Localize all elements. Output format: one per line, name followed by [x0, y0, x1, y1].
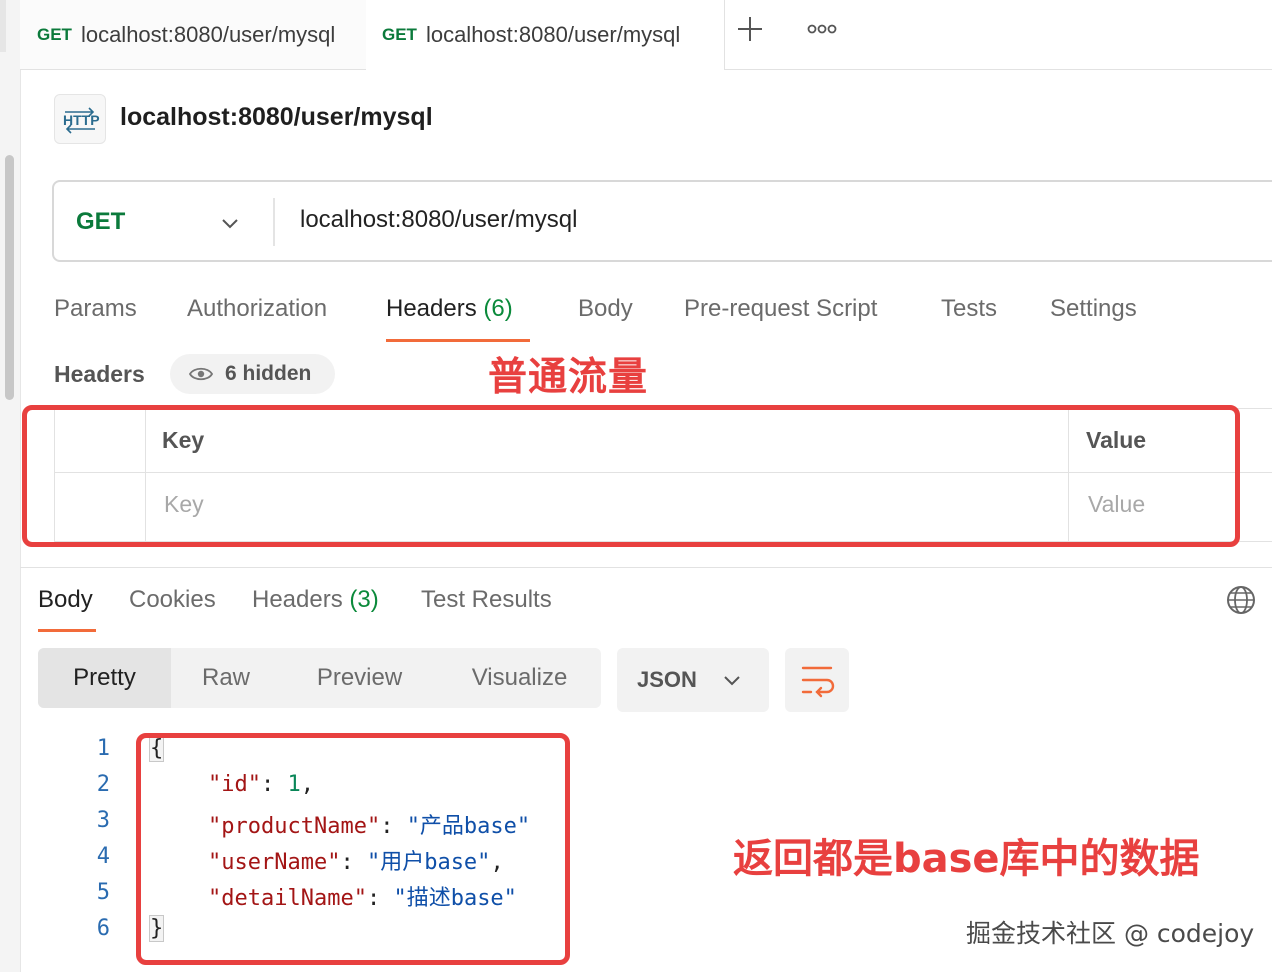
tab-tests[interactable]: Tests [941, 295, 997, 323]
view-raw[interactable]: Raw [171, 648, 281, 708]
plus-icon[interactable] [735, 14, 765, 44]
tab-label: Pre-request Script [684, 295, 878, 322]
active-tab-underline [386, 339, 530, 342]
annotation-normal-traffic: 普通流量 [488, 355, 649, 400]
tab-label: Params [54, 295, 137, 322]
view-preview[interactable]: Preview [281, 648, 438, 708]
view-mode-segmented-control: Pretty Raw Preview Visualize [38, 648, 601, 708]
response-separator [20, 567, 1272, 568]
view-visualize[interactable]: Visualize [438, 648, 601, 708]
method-select[interactable]: GET [76, 208, 125, 236]
watermark: 掘金技术社区 @ codejoy [966, 919, 1255, 948]
tab-label: Tests [941, 295, 998, 322]
tab-label: Test Results [421, 586, 552, 613]
tab-label: Body [578, 295, 633, 322]
tab-label: Body [38, 586, 93, 613]
globe-icon[interactable] [1226, 585, 1256, 615]
annotation-returns-base: 返回都是base库中的数据 [733, 836, 1200, 882]
sidebar-edge [0, 0, 6, 52]
tab-body[interactable]: Body [578, 295, 633, 323]
tab-url: localhost:8080/user/mysql [80, 21, 336, 47]
response-tab-test-results[interactable]: Test Results [421, 586, 552, 614]
line-number: 6 [96, 916, 110, 941]
tab-label: Headers [252, 586, 343, 613]
tab-headers[interactable]: Headers (6) [386, 295, 513, 323]
line-number: 4 [96, 844, 110, 869]
chevron-down-icon [724, 676, 740, 686]
tab-count: (3) [349, 586, 379, 613]
response-tab-headers[interactable]: Headers (3) [252, 586, 379, 614]
chevron-down-icon[interactable] [220, 213, 240, 233]
tab-pre-request-script[interactable]: Pre-request Script [684, 295, 877, 323]
url-input[interactable]: localhost:8080/user/mysql [300, 206, 577, 234]
line-number: 1 [96, 736, 110, 761]
tab-label: Settings [1050, 295, 1137, 322]
line-number: 2 [96, 772, 110, 797]
tab-params[interactable]: Params [54, 295, 137, 323]
more-icon[interactable] [806, 20, 838, 38]
tab-fade [684, 0, 724, 69]
response-tab-cookies[interactable]: Cookies [129, 586, 216, 614]
request-title[interactable]: localhost:8080/user/mysql [120, 103, 433, 132]
request-tab-1[interactable]: GET localhost:8080/user/mysql [20, 0, 380, 69]
request-tab-2[interactable]: GET localhost:8080/user/mysql [366, 0, 725, 70]
active-response-tab-underline [38, 629, 96, 632]
eye-icon [188, 366, 214, 382]
format-select[interactable]: JSON [617, 648, 769, 712]
response-tab-body[interactable]: Body [38, 586, 93, 614]
http-icon: HTTP [54, 94, 106, 144]
tab-method: GET [382, 25, 417, 44]
scrollbar-thumb[interactable] [5, 155, 14, 400]
hidden-headers-toggle[interactable]: 6 hidden [170, 354, 335, 394]
tab-url: localhost:8080/user/mysql [425, 22, 681, 47]
tab-label: Cookies [129, 586, 216, 613]
left-sidebar-strip [0, 0, 21, 972]
wrap-lines-icon[interactable] [785, 648, 849, 712]
headers-label: Headers [54, 361, 145, 387]
svg-text:HTTP: HTTP [63, 112, 100, 128]
tab-count: (6) [483, 295, 513, 322]
tab-authorization[interactable]: Authorization [187, 295, 327, 323]
tab-label: Authorization [187, 295, 328, 322]
tab-method: GET [37, 24, 72, 44]
line-number: 3 [96, 808, 110, 833]
hidden-count: 6 hidden [225, 362, 312, 385]
tab-bar: GET localhost:8080/user/mysql GET localh… [20, 0, 1272, 70]
view-pretty[interactable]: Pretty [38, 648, 171, 708]
annotation-box-headers [22, 405, 1240, 547]
tab-label: Headers [386, 295, 477, 322]
url-divider [273, 198, 275, 246]
format-label: JSON [637, 667, 697, 692]
annotation-box-response [136, 733, 570, 965]
tab-settings[interactable]: Settings [1050, 295, 1137, 323]
line-number: 5 [96, 880, 110, 905]
